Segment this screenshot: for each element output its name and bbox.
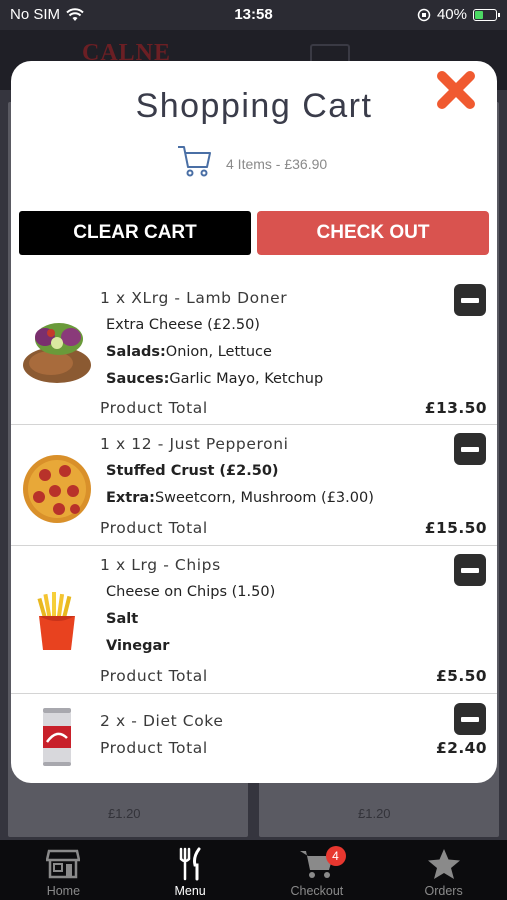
item-option: Vinegar [106,638,170,654]
cart-icon [178,146,211,177]
nav-menu[interactable]: Menu [127,840,254,900]
product-total-label: Product Total [100,739,208,757]
star-icon [427,849,460,879]
item-option: Cheese on Chips (1.50) [106,584,276,600]
clear-cart-button[interactable]: CLEAR CART [19,211,251,255]
shopping-cart-modal: Shopping Cart 4 Items - £36.90 CLEAR CAR… [11,61,497,783]
product-total-label: Product Total [100,399,208,417]
nav-orders[interactable]: Orders [380,840,507,900]
menu-card-price: £1.20 [358,806,391,821]
item-option: Extra:Sweetcorn, Mushroom (£3.00) [106,490,374,506]
nav-home[interactable]: Home [0,840,127,900]
cart-item: 1 x XLrg - Lamb Doner Extra Cheese (£2.5… [11,277,497,425]
product-total-label: Product Total [100,519,208,537]
cart-summary-text: 4 Items - £36.90 [226,156,328,172]
pepperoni-pizza-image [23,455,91,523]
item-option: Stuffed Crust (£2.50) [106,463,279,479]
diet-coke-can-image [43,708,71,766]
nav-label: Home [46,884,81,898]
cart-summary: 4 Items - £36.90 [176,143,327,179]
item-option: Extra Cheese (£2.50) [106,317,260,333]
status-bar: No SIM 13:58 40% [0,0,507,30]
cart-item: 1 x 12 - Just Pepperoni Stuffed Crust (£… [11,425,497,546]
remove-item-button[interactable] [454,433,486,465]
item-name: 1 x XLrg - Lamb Doner [100,289,288,307]
doner-kebab-image [23,323,91,383]
cart-item: 2 x - Diet Coke Product Total £2.40 [11,694,497,774]
bottom-nav: Home Menu Checkout 4 Orders [0,840,507,900]
product-total-value: £15.50 [424,519,487,537]
cart-title: Shopping Cart [135,87,373,125]
product-total-value: £13.50 [424,399,487,417]
cart-item: 1 x Lrg - Chips Cheese on Chips (1.50) S… [11,546,497,694]
nav-checkout[interactable]: Checkout 4 [254,840,381,900]
menu-card-price: £1.20 [108,806,141,821]
check-out-button[interactable]: CHECK OUT [257,211,489,255]
item-name: 1 x Lrg - Chips [100,556,221,574]
product-total-label: Product Total [100,667,208,685]
item-option: Salt [106,611,139,627]
item-option: Sauces:Garlic Mayo, Ketchup [106,371,324,387]
chips-image [37,592,75,650]
checkout-badge: 4 [325,846,346,866]
battery-level [475,10,483,19]
store-icon [46,849,81,879]
item-name: 1 x 12 - Just Pepperoni [100,435,289,453]
product-total-value: £5.50 [435,667,487,685]
status-right: 40% [417,6,500,23]
cart-items-list: 1 x XLrg - Lamb Doner Extra Cheese (£2.5… [11,277,497,774]
nav-label: Checkout [290,884,344,898]
remove-item-button[interactable] [454,284,486,316]
item-name: 2 x - Diet Coke [100,712,224,730]
nav-label: Menu [174,884,206,898]
battery-percent: 40% [436,6,467,23]
orientation-lock-icon [417,8,431,21]
nav-label: Orders [424,884,463,898]
remove-item-button[interactable] [454,554,486,586]
fork-knife-icon [179,847,201,881]
item-option: Salads:Onion, Lettuce [106,344,272,360]
battery-icon [473,8,500,21]
remove-item-button[interactable] [454,703,486,735]
product-total-value: £2.40 [435,739,487,757]
